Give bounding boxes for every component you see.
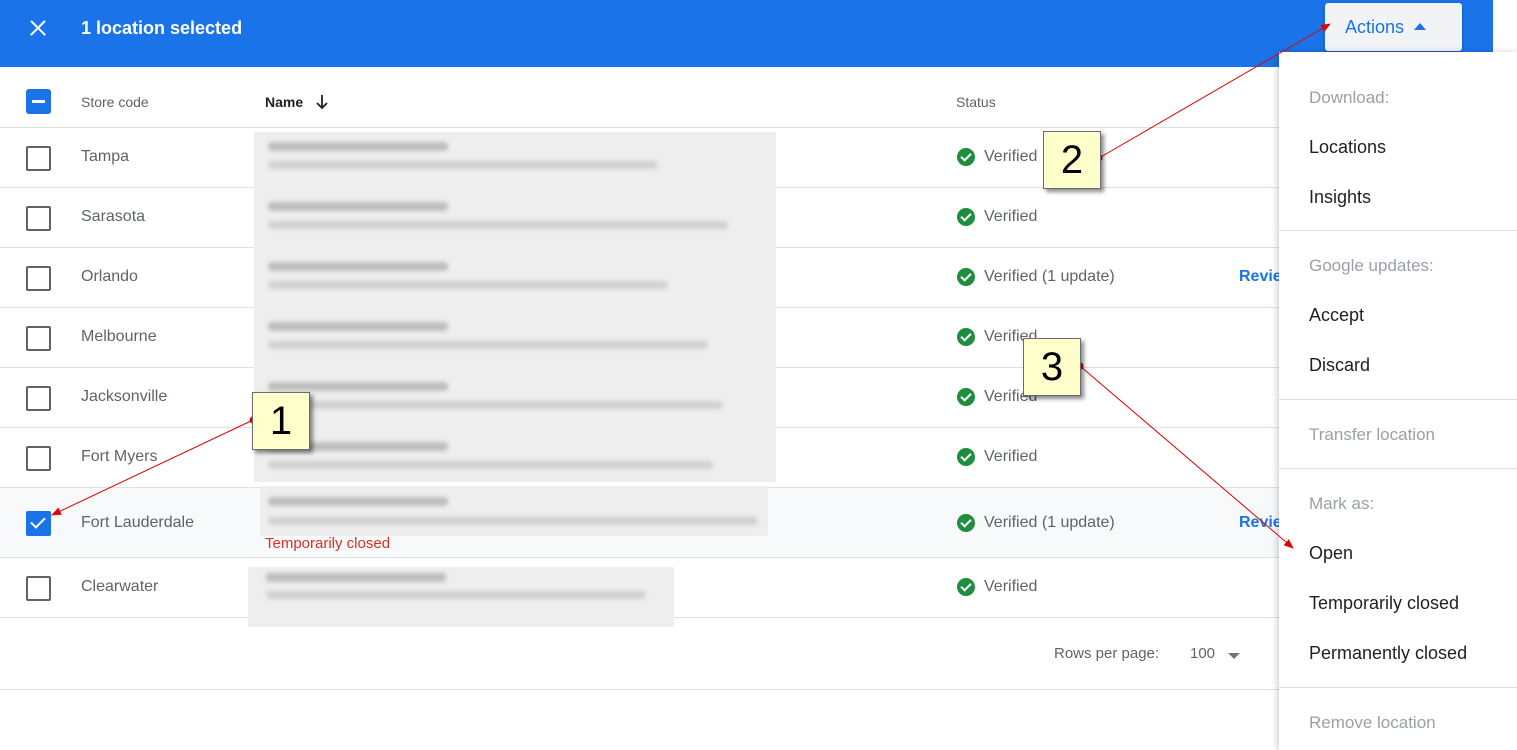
status-cell: Verified bbox=[957, 578, 1037, 596]
store-code: Sarasota bbox=[81, 208, 146, 225]
annotation-callout-2: 2 bbox=[1043, 131, 1101, 189]
annotation-callout-3: 3 bbox=[1023, 338, 1081, 396]
table-header: Store code Name Status bbox=[0, 67, 1280, 128]
status-cell: Verified bbox=[957, 448, 1037, 466]
review-link[interactable]: Review bbox=[1239, 268, 1279, 286]
store-code: Clearwater bbox=[81, 578, 159, 595]
actions-button[interactable]: Actions bbox=[1325, 3, 1462, 51]
status-text: Verified bbox=[984, 578, 1038, 595]
menu-header-download: Download: bbox=[1309, 88, 1390, 107]
caret-up-icon bbox=[1414, 23, 1427, 30]
row-checkbox[interactable] bbox=[26, 446, 51, 471]
row-checkbox[interactable] bbox=[26, 386, 51, 411]
review-link[interactable]: Review bbox=[1239, 514, 1279, 532]
verified-check-icon bbox=[957, 578, 975, 596]
chevron-down-icon[interactable] bbox=[1228, 653, 1240, 659]
status-cell: Verified bbox=[957, 208, 1037, 226]
status-text: Verified bbox=[984, 148, 1038, 165]
sort-descending-icon[interactable] bbox=[316, 94, 328, 110]
menu-item-transfer-location: Transfer location bbox=[1309, 425, 1435, 444]
actions-button-label: Actions bbox=[1345, 17, 1405, 37]
closed-status-note: Temporarily closed bbox=[265, 535, 391, 552]
column-header-status[interactable]: Status bbox=[956, 94, 996, 110]
column-header-name[interactable]: Name bbox=[265, 94, 303, 110]
verified-check-icon bbox=[957, 328, 975, 346]
store-code: Fort Lauderdale bbox=[81, 514, 194, 531]
row-checkbox[interactable] bbox=[26, 326, 51, 351]
menu-item-mark-temporarily-closed[interactable]: Temporarily closed bbox=[1309, 593, 1459, 614]
verified-check-icon bbox=[957, 514, 975, 532]
menu-header-google-updates: Google updates: bbox=[1309, 256, 1434, 275]
rows-per-page-select[interactable]: 100 bbox=[1190, 645, 1215, 662]
menu-item-download-locations[interactable]: Locations bbox=[1309, 137, 1386, 158]
status-text: Verified (1 update) bbox=[984, 268, 1115, 285]
menu-item-mark-open[interactable]: Open bbox=[1309, 543, 1353, 564]
annotation-callout-1: 1 bbox=[252, 392, 310, 450]
verified-check-icon bbox=[957, 388, 975, 406]
menu-item-remove-location: Remove location bbox=[1309, 713, 1436, 732]
rows-per-page-label: Rows per page: bbox=[1054, 645, 1160, 662]
actions-menu: Download: Locations Insights Google upda… bbox=[1279, 52, 1517, 750]
close-icon[interactable] bbox=[26, 16, 50, 40]
row-checkbox[interactable] bbox=[26, 206, 51, 231]
status-text: Verified bbox=[984, 448, 1038, 465]
row-checkbox[interactable] bbox=[26, 576, 51, 601]
table-pagination-footer: Rows per page: 100 bbox=[0, 618, 1280, 690]
menu-divider bbox=[1279, 230, 1517, 231]
menu-item-discard[interactable]: Discard bbox=[1309, 355, 1370, 376]
status-text: Verified bbox=[984, 208, 1038, 225]
store-code: Melbourne bbox=[81, 328, 157, 345]
verified-check-icon bbox=[957, 148, 975, 166]
menu-item-accept[interactable]: Accept bbox=[1309, 305, 1364, 326]
menu-item-download-insights[interactable]: Insights bbox=[1309, 187, 1371, 208]
row-checkbox-checked[interactable] bbox=[26, 511, 51, 536]
store-code: Tampa bbox=[81, 148, 130, 165]
menu-divider bbox=[1279, 468, 1517, 469]
store-code: Fort Myers bbox=[81, 448, 158, 465]
status-text: Verified (1 update) bbox=[984, 514, 1115, 531]
select-all-checkbox[interactable] bbox=[26, 89, 51, 114]
store-code: Jacksonville bbox=[81, 388, 168, 405]
menu-item-mark-permanently-closed[interactable]: Permanently closed bbox=[1309, 643, 1467, 664]
status-cell: Verified (1 update) bbox=[957, 514, 1115, 532]
verified-check-icon bbox=[957, 208, 975, 226]
redacted-name-block bbox=[260, 486, 768, 536]
store-code: Orlando bbox=[81, 268, 138, 285]
redacted-name-block bbox=[254, 132, 776, 482]
selection-toolbar: 1 location selected bbox=[0, 0, 1493, 67]
status-cell: Verified (1 update) bbox=[957, 268, 1115, 286]
row-checkbox[interactable] bbox=[26, 146, 51, 171]
menu-header-mark-as: Mark as: bbox=[1309, 494, 1375, 513]
menu-divider bbox=[1279, 399, 1517, 400]
verified-check-icon bbox=[957, 268, 975, 286]
row-checkbox[interactable] bbox=[26, 266, 51, 291]
menu-divider bbox=[1279, 687, 1517, 688]
verified-check-icon bbox=[957, 448, 975, 466]
status-cell: Verified bbox=[957, 148, 1037, 166]
selection-count-title: 1 location selected bbox=[81, 18, 243, 38]
column-header-store-code[interactable]: Store code bbox=[81, 94, 149, 110]
